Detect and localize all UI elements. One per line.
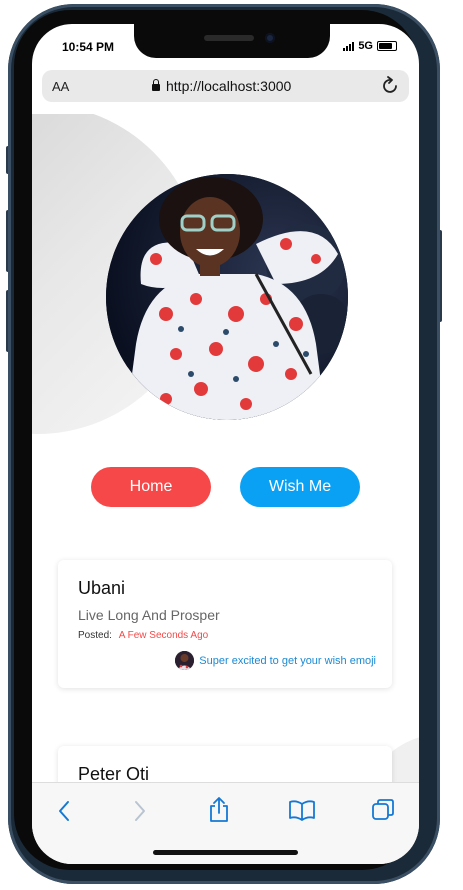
address-bar[interactable]: AA http://localhost:3000 [42,70,409,102]
wish-card-message: Live Long And Prosper [78,607,220,623]
phone-screen: 10:54 PM 5G AA http://localhost:3000 Hom… [32,24,419,864]
page-content: Home Wish Me Ubani Live Long And Prosper… [32,114,419,782]
posted-time: A Few Seconds Ago [118,630,209,641]
wish-card: Peter Oti [58,746,392,782]
bookmarks-icon[interactable] [288,799,316,821]
wish-me-button[interactable]: Wish Me [240,467,360,507]
speaker [204,35,254,41]
lock-icon [152,79,160,91]
share-icon[interactable] [208,795,230,823]
status-indicators: 5G [343,40,397,52]
url-text: http://localhost:3000 [166,78,292,94]
camera [265,33,275,43]
wish-card-posted: Posted: A Few Seconds Ago [78,630,208,641]
tabs-icon[interactable] [370,797,396,823]
profile-avatar [106,174,348,420]
wish-link-text[interactable]: Super excited to get your wish emoji [199,655,376,667]
reload-icon[interactable] [381,75,401,97]
network-label: 5G [358,40,373,52]
back-icon[interactable] [56,799,72,823]
text-size-button[interactable]: AA [52,79,69,94]
status-time: 10:54 PM [62,40,115,54]
posted-label: Posted: [78,630,112,641]
wish-card-link[interactable]: Super excited to get your wish emoji [175,651,376,670]
mini-avatar [175,651,195,670]
url-display[interactable]: http://localhost:3000 [152,78,291,94]
forward-icon[interactable] [132,799,148,823]
signal-icon [343,41,355,51]
battery-icon [377,41,397,51]
home-button[interactable]: Home [91,467,211,507]
wish-card-name: Ubani [78,578,126,598]
home-indicator [153,850,298,855]
notch [134,24,330,58]
wish-card-name: Peter Oti [78,764,150,782]
wish-card: Ubani Live Long And Prosper Posted: A Fe… [58,560,392,688]
